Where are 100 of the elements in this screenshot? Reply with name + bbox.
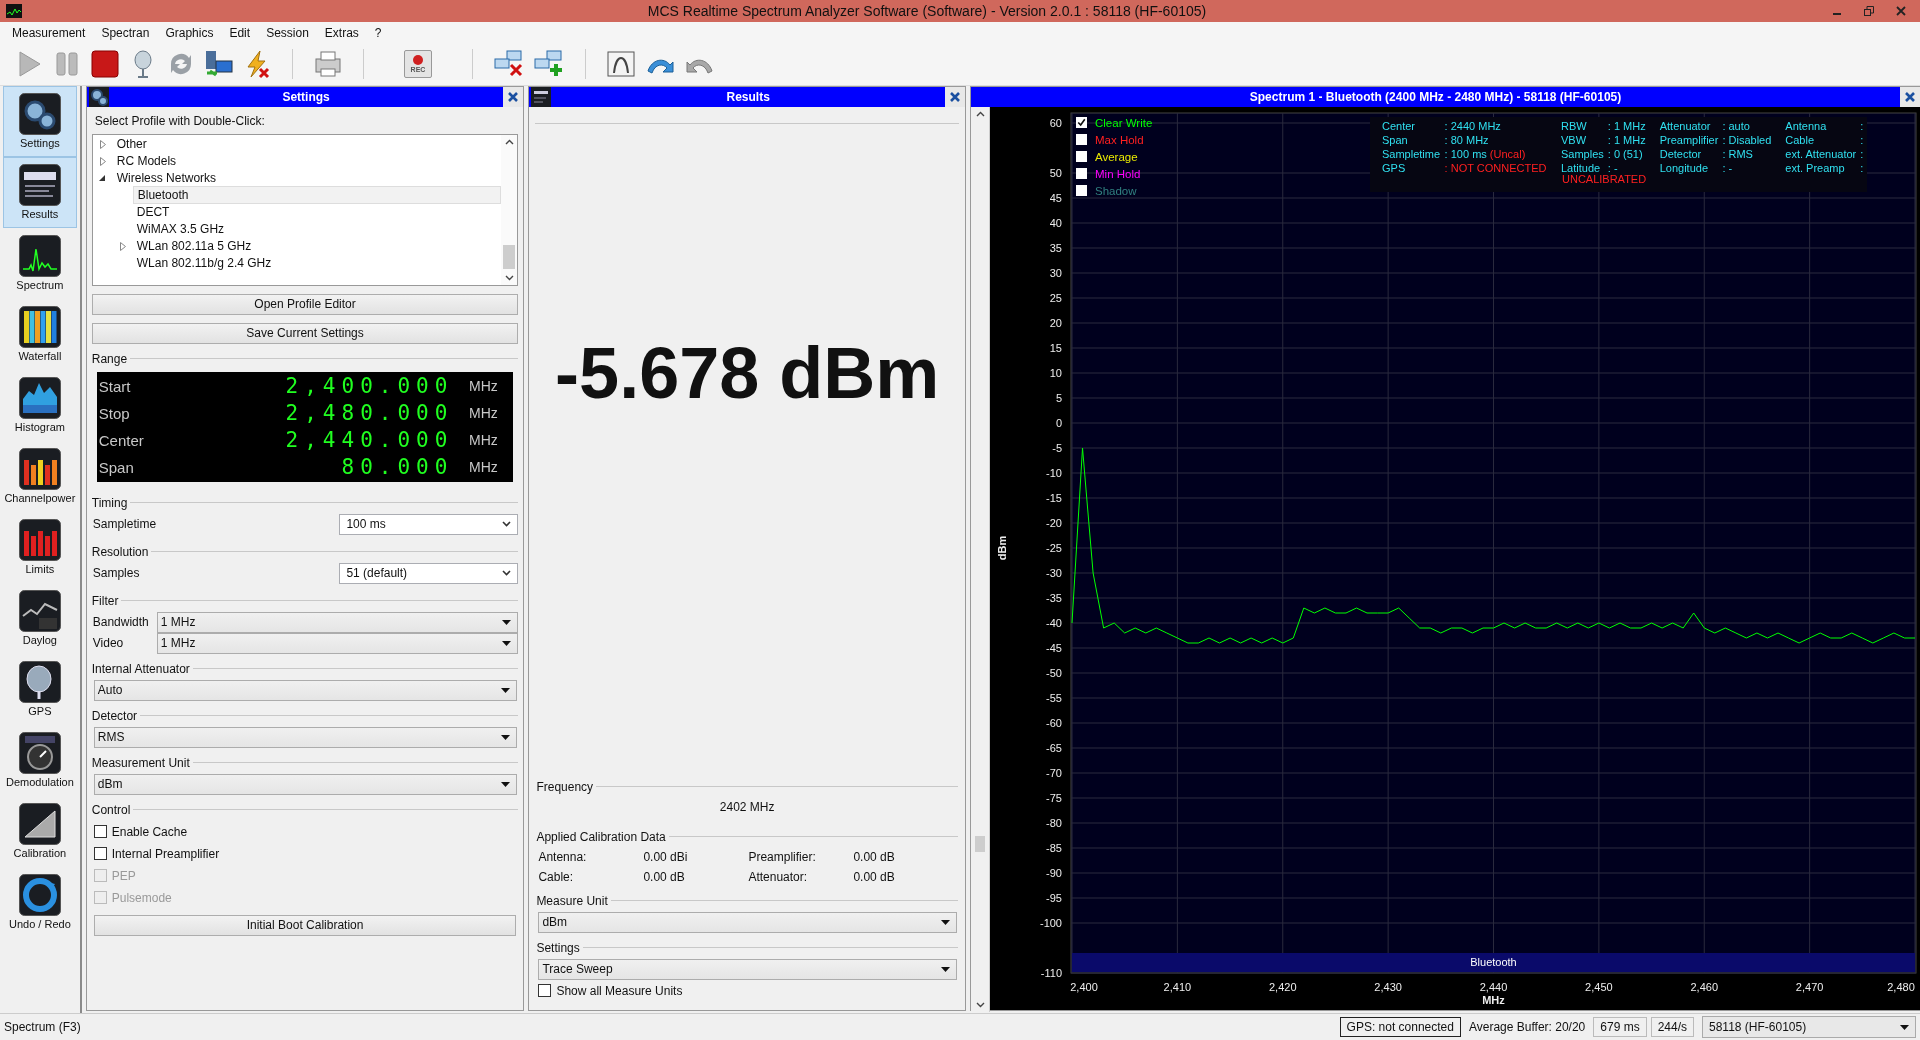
readout-icon <box>18 164 61 207</box>
y-tick-label: -70 <box>1046 766 1062 779</box>
scroll-down-icon[interactable] <box>504 274 514 281</box>
collapsed-arrow-icon[interactable] <box>119 241 126 251</box>
range-label: Span <box>97 458 135 476</box>
y-tick-label: 35 <box>1049 241 1062 254</box>
range-value[interactable]: 2,400.000 <box>208 374 454 399</box>
sidebar-item[interactable]: Calibration <box>3 795 77 867</box>
info-label: Longitude <box>1659 161 1710 174</box>
dropdown[interactable]: Auto <box>93 679 518 701</box>
frequency-value: 2402 MHz <box>718 799 776 814</box>
calibration-button[interactable]: Initial Boot Calibration <box>93 914 517 936</box>
scrollbar[interactable] <box>501 134 518 285</box>
action-button[interactable]: Open Profile Editor <box>91 293 519 315</box>
menu-item[interactable]: Spectran <box>93 25 158 40</box>
sidebar-item[interactable]: Settings <box>3 85 77 157</box>
printer-icon[interactable] <box>313 49 343 80</box>
dropdown[interactable]: RMS <box>93 726 518 748</box>
combo-box[interactable]: 51 (default) <box>339 562 519 584</box>
dropdown[interactable]: dBm <box>538 911 957 933</box>
checkbox[interactable] <box>1076 117 1087 129</box>
checkbox[interactable] <box>1076 168 1087 180</box>
sidebar-item[interactable]: Undo / Redo <box>3 866 77 938</box>
scrollbar-thumb[interactable] <box>975 835 985 852</box>
scrollbar[interactable] <box>971 106 990 1012</box>
checkbox[interactable] <box>1076 134 1087 146</box>
calibration-value: 0.00 dB <box>643 869 686 884</box>
restore-icon[interactable] <box>1864 5 1874 16</box>
close-icon[interactable] <box>503 86 524 107</box>
menu-item[interactable]: Extras <box>316 25 367 40</box>
checkbox[interactable] <box>93 825 107 839</box>
tree-item[interactable]: DECT <box>132 204 502 221</box>
dropdown[interactable]: Trace Sweep <box>538 958 957 980</box>
tree-item[interactable]: WiMAX 3.5 GHz <box>132 221 502 238</box>
caret-icon <box>941 966 950 972</box>
bar-chart-icon <box>18 448 61 491</box>
group-label: Timing <box>91 495 128 510</box>
menu-item[interactable]: Session <box>258 25 317 40</box>
menu-item[interactable]: ? <box>366 25 390 40</box>
action-button[interactable]: Save Current Settings <box>91 322 519 344</box>
checkbox[interactable] <box>1076 151 1087 163</box>
range-unit: MHz <box>468 378 499 395</box>
trace-label: Average <box>1095 150 1138 163</box>
window-title: MCS Realtime Spectrum Analyzer Software (Software) - Version 2.0.1 : 58118 (HF-60105) <box>646 2 1208 19</box>
caret-icon <box>501 781 511 787</box>
sidebar-item[interactable]: Daylog <box>3 582 77 654</box>
field-label: Bandwidth <box>91 615 150 630</box>
profile-tree[interactable]: Other RC Models Wireless Networks Bluetooth DECT WiMAX 3.5 GHz WLan 802.11a 5 GHz WLan 802.11b/g 2.4 GHz <box>91 133 519 286</box>
scrollbar-thumb[interactable] <box>503 244 516 269</box>
y-tick-label: -45 <box>1046 641 1062 654</box>
close-icon[interactable] <box>1896 5 1906 16</box>
info-value: : - <box>1722 161 1734 174</box>
x-axis-label: MHz <box>1482 993 1505 1006</box>
combo-box[interactable]: 100 ms <box>339 513 519 535</box>
scroll-up-icon[interactable] <box>975 110 985 117</box>
sidebar-item[interactable]: Results <box>3 156 77 228</box>
dropdown[interactable]: 1 MHz <box>156 632 519 654</box>
checkbox-label: Internal Preamplifier <box>111 846 220 861</box>
tree-item[interactable]: WLan 802.11a 5 GHz <box>132 238 502 255</box>
dropdown[interactable]: dBm <box>93 773 518 795</box>
window-icon[interactable] <box>606 49 636 80</box>
close-icon[interactable] <box>945 86 965 107</box>
tree-item[interactable]: Wireless Networks <box>112 170 221 187</box>
menu-item[interactable]: Edit <box>221 25 259 40</box>
range-label: Stop <box>97 404 131 422</box>
info-label: Samples <box>1561 147 1604 160</box>
sidebar-item[interactable]: Histogram <box>3 369 77 441</box>
sidebar-item[interactable]: Waterfall <box>3 298 77 370</box>
tree-item[interactable]: Other <box>112 136 151 153</box>
tree-item[interactable]: WLan 802.11b/g 2.4 GHz <box>132 255 502 272</box>
menu-item[interactable]: Measurement <box>4 25 94 40</box>
scroll-up-icon[interactable] <box>504 138 514 145</box>
range-value[interactable]: 2,480.000 <box>208 401 454 426</box>
collapsed-arrow-icon[interactable] <box>99 139 106 149</box>
range-value[interactable]: 2,440.000 <box>208 428 454 453</box>
expanded-arrow-icon[interactable] <box>99 174 107 182</box>
scroll-down-icon[interactable] <box>975 1001 985 1008</box>
device-dropdown[interactable]: 58118 (HF-60105) <box>1702 1016 1916 1038</box>
dropdown[interactable]: 1 MHz <box>156 611 519 633</box>
close-icon[interactable] <box>1900 86 1920 107</box>
field-label: Sampletime <box>91 517 158 532</box>
tree-item[interactable]: Bluetooth <box>132 186 502 205</box>
menu-item[interactable]: Graphics <box>157 25 222 40</box>
collapsed-arrow-icon[interactable] <box>99 156 106 166</box>
tree-item[interactable]: RC Models <box>112 153 181 170</box>
sidebar-item[interactable]: Spectrum <box>3 227 77 299</box>
info-label: Latitude <box>1561 161 1602 174</box>
range-label: Start <box>97 377 132 395</box>
y-tick-label: -15 <box>1046 491 1062 504</box>
checkbox[interactable] <box>93 847 107 861</box>
checkbox[interactable] <box>538 984 552 998</box>
y-tick-label: -60 <box>1046 716 1062 729</box>
sidebar-item[interactable]: Limits <box>3 511 77 583</box>
stop-icon[interactable] <box>90 49 120 80</box>
sidebar-item[interactable]: Demodulation <box>3 724 77 796</box>
checkbox[interactable] <box>1076 185 1087 197</box>
sidebar-item[interactable]: Channelpower <box>3 440 77 512</box>
sidebar-item[interactable]: GPS <box>3 653 77 725</box>
range-value[interactable]: 80.000 <box>208 455 454 480</box>
info-label: GPS <box>1382 161 1407 174</box>
